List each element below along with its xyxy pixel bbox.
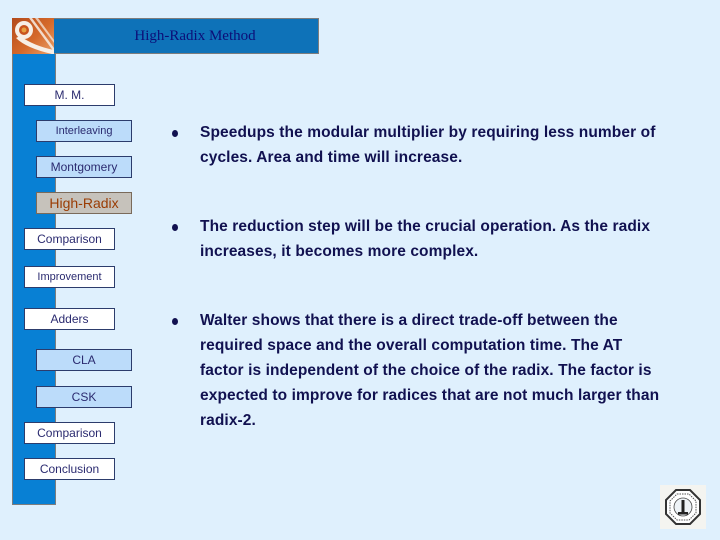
university-seal-icon: [660, 485, 706, 529]
nav-item-cla[interactable]: CLA: [36, 349, 132, 371]
nav-item-montgomery[interactable]: Montgomery: [36, 156, 132, 178]
bullet-icon: [172, 318, 178, 325]
bullet-text: Walter shows that there is a direct trad…: [200, 312, 660, 429]
nav-item-interleaving[interactable]: Interleaving: [36, 120, 132, 142]
university-logo-icon: [12, 18, 54, 54]
nav-item-csk[interactable]: CSK: [36, 386, 132, 408]
page-title: High-Radix Method: [134, 27, 256, 44]
bullet-item: Speedups the modular multiplier by requi…: [170, 120, 660, 170]
nav-item-mm[interactable]: M. M.: [24, 84, 115, 106]
bullet-icon: [172, 130, 178, 137]
nav-item-conclusion[interactable]: Conclusion: [24, 458, 115, 480]
nav-item-comparison[interactable]: Comparison: [24, 228, 115, 250]
bullet-icon: [172, 224, 178, 231]
header-bar: High-Radix Method: [54, 18, 319, 54]
bullet-text: Speedups the modular multiplier by requi…: [200, 124, 656, 166]
slide-content: Speedups the modular multiplier by requi…: [170, 120, 660, 477]
bullet-text: The reduction step will be the crucial o…: [200, 218, 651, 260]
nav-item-comparison-2[interactable]: Comparison: [24, 422, 115, 444]
bullet-item: Walter shows that there is a direct trad…: [170, 308, 660, 433]
nav-item-high-radix[interactable]: High-Radix: [36, 192, 132, 214]
bullet-item: The reduction step will be the crucial o…: [170, 214, 660, 264]
nav-item-improvement[interactable]: Improvement: [24, 266, 115, 288]
nav-item-adders[interactable]: Adders: [24, 308, 115, 330]
